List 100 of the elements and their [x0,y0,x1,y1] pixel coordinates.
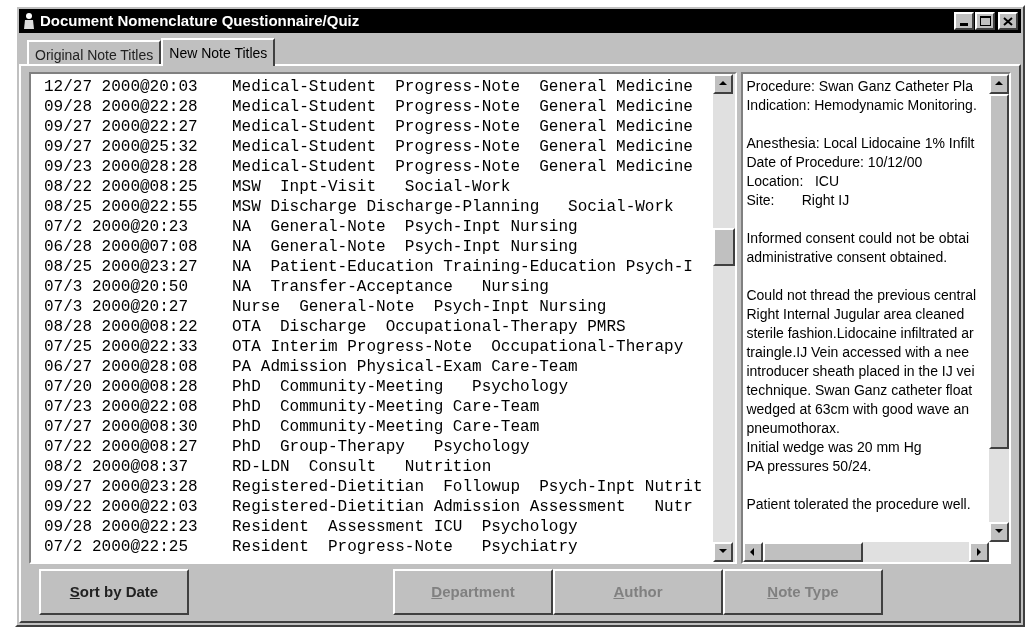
note-title: NA General-Note Psych-Inpt Nursing [232,217,578,237]
note-row[interactable]: 07/3 2000@20:50 NA Transfer-Acceptance Nursing [44,277,714,297]
note-row[interactable]: 06/28 2000@07:08 NA General-Note Psych-Inpt Nursing [44,237,714,257]
note-date: 09/28 2000@22:23 [44,517,199,537]
note-date: 08/25 2000@22:55 [44,197,199,217]
note-title: PhD Community-Meeting Psychology [232,377,569,397]
note-text-line: Could not thread the previous central [746,286,978,305]
note-date: 08/2 2000@08:37 [44,457,190,477]
note-text-line: Anesthesia: Local Lidocaine 1% Infilt [746,134,976,153]
note-text-line: Site: Right IJ [746,191,851,210]
note-row[interactable]: 12/27 2000@20:03 Medical-Student Progress-Note General Medicine [44,77,714,97]
tab[interactable]: New Note Titles [161,38,276,66]
note-date: 09/22 2000@22:03 [44,497,199,517]
note-row[interactable]: 09/22 2000@22:03 Registered-Dietitian Admission Assessment Nutr [44,497,714,517]
note-row[interactable]: 07/2 2000@20:23 NA General-Note Psych-Inpt Nursing [44,217,714,237]
note-row[interactable]: 07/27 2000@08:30 PhD Community-Meeting Care-Team [44,417,714,437]
note-row[interactable]: 09/23 2000@28:28 Medical-Student Progress-Note General Medicine [44,157,714,177]
scroll-up-button[interactable] [713,74,734,94]
tab[interactable]: Original Note Titles [27,40,162,64]
note-date: 09/27 2000@22:27 [44,117,199,137]
note-date: 07/22 2000@08:27 [44,437,199,457]
app-icon [22,12,36,30]
horizontal-scrollbar[interactable] [743,542,989,562]
note-text-line: wedged at 63cm with good wave an [746,400,971,419]
note-date: 07/27 2000@08:30 [44,417,199,437]
note-date: 07/2 2000@22:25 [44,537,190,557]
scroll-thumb[interactable] [989,94,1009,449]
note-text-line: Indication: Hemodynamic Monitoring. [746,96,978,115]
note-title: RD-LDN Consult Nutrition [232,457,492,477]
scroll-up-button[interactable] [989,74,1009,94]
note-date: 09/27 2000@23:28 [44,477,199,497]
note-title: NA Patient-Education Training-Education Psych-I [232,257,693,277]
note-title: OTA Discharge Occupational-Therapy PMRS [232,317,626,337]
note-row[interactable]: 07/25 2000@22:33 OTA Interim Progress-Note Occupational-Therapy [44,337,714,357]
note-row[interactable]: 08/22 2000@08:25 MSW Inpt-Visit Social-Work [44,177,714,197]
note-title: Medical-Student Progress-Note General Medicine [232,117,693,137]
note-title: Resident Assessment ICU Psychology [232,517,578,537]
note-title: PhD Group-Therapy Psychology [232,437,530,457]
note-text-line: traingle.IJ Vein accessed with a nee [746,343,971,362]
note-title: OTA Interim Progress-Note Occupational-Therapy [232,337,684,357]
note-text-line: Location: ICU [746,172,841,191]
note-row[interactable]: 08/2 2000@08:37 RD-LDN Consult Nutrition [44,457,714,477]
note-title: PhD Community-Meeting Care-Team [232,417,540,437]
note-title: NA General-Note Psych-Inpt Nursing [232,237,578,257]
note-row[interactable]: 08/28 2000@08:22 OTA Discharge Occupational-Therapy PMRS [44,317,714,337]
minimize-button[interactable] [954,12,974,30]
toolbar-button[interactable]: Sort by Date [39,569,189,615]
scroll-thumb[interactable] [713,228,736,266]
note-date: 08/28 2000@08:22 [44,317,199,337]
note-date: 09/27 2000@25:32 [44,137,199,157]
note-text-line: sterile fashion.Lidocaine infiltrated ar [746,324,975,343]
note-row[interactable]: 09/28 2000@22:28 Medical-Student Progress-Note General Medicine [44,97,714,117]
note-date: 07/3 2000@20:27 [44,297,190,317]
note-date: 06/28 2000@07:08 [44,237,199,257]
note-text-line: Initial wedge was 20 mm Hg [746,438,923,457]
note-row[interactable]: 06/27 2000@28:08 PA Admission Physical-Exam Care-Team [44,357,714,377]
scroll-down-button[interactable] [989,522,1009,542]
note-row[interactable]: 09/27 2000@25:32 Medical-Student Progress-Note General Medicine [44,137,714,157]
vertical-scrollbar[interactable] [713,74,736,562]
note-title: Nurse General-Note Psych-Inpt Nursing [232,297,607,317]
scroll-right-button[interactable] [969,542,989,562]
note-date: 07/2 2000@20:23 [44,217,190,237]
right-arrow-icon [974,547,984,557]
close-icon [1003,16,1013,26]
note-row[interactable]: 09/27 2000@22:27 Medical-Student Progress-Note General Medicine [44,117,714,137]
vertical-scrollbar[interactable] [989,74,1009,542]
minimize-icon [960,23,968,26]
note-row[interactable]: 07/3 2000@20:27 Nurse General-Note Psych-Inpt Nursing [44,297,714,317]
window-title: Document Nomenclature Questionnaire/Quiz [40,10,360,31]
note-row[interactable]: 09/27 2000@23:28 Registered-Dietitian Followup Psych-Inpt Nutrit [44,477,714,497]
note-date: 06/27 2000@28:08 [44,357,199,377]
maximize-icon [979,16,991,26]
scroll-left-button[interactable] [743,542,764,562]
note-text-line: Informed consent could not be obtai [746,229,971,248]
note-date: 08/22 2000@08:25 [44,177,199,197]
note-row[interactable]: 08/25 2000@22:55 MSW Discharge Discharge-Planning Social-Work [44,197,714,217]
note-date: 07/20 2000@08:28 [44,377,199,397]
close-button[interactable] [998,12,1018,30]
note-row[interactable]: 09/28 2000@22:23 Resident Assessment ICU Psychology [44,517,714,537]
note-date: 08/25 2000@23:27 [44,257,199,277]
note-row[interactable]: 07/22 2000@08:27 PhD Group-Therapy Psychology [44,437,714,457]
scroll-down-button[interactable] [713,542,734,562]
note-row[interactable]: 08/25 2000@23:27 NA Patient-Education Training-Education Psych-I [44,257,714,277]
note-title: NA Transfer-Acceptance Nursing [232,277,549,297]
note-row[interactable]: 07/20 2000@08:28 PhD Community-Meeting Psychology [44,377,714,397]
note-row[interactable]: 07/23 2000@22:08 PhD Community-Meeting Care-Team [44,397,714,417]
scroll-thumb[interactable] [763,542,864,562]
note-date: 07/25 2000@22:33 [44,337,199,357]
note-title: Medical-Student Progress-Note General Medicine [232,157,693,177]
note-row[interactable]: 07/2 2000@22:25 Resident Progress-Note Psychiatry [44,537,714,557]
maximize-button[interactable] [975,12,995,30]
note-title: Medical-Student Progress-Note General Medicine [232,137,693,157]
note-text-line: Right Internal Jugular area cleaned [746,305,966,324]
note-title: Resident Progress-Note Psychiatry [232,537,578,557]
note-title: MSW Discharge Discharge-Planning Social-Work [232,197,674,217]
note-title: Registered-Dietitian Admission Assessment Nutr [232,497,693,517]
note-title: MSW Inpt-Visit Social-Work [232,177,511,197]
note-text-line: introducer sheath placed in the IJ vei [746,362,976,381]
note-date: 07/23 2000@22:08 [44,397,199,417]
note-title: Medical-Student Progress-Note General Medicine [232,97,693,117]
